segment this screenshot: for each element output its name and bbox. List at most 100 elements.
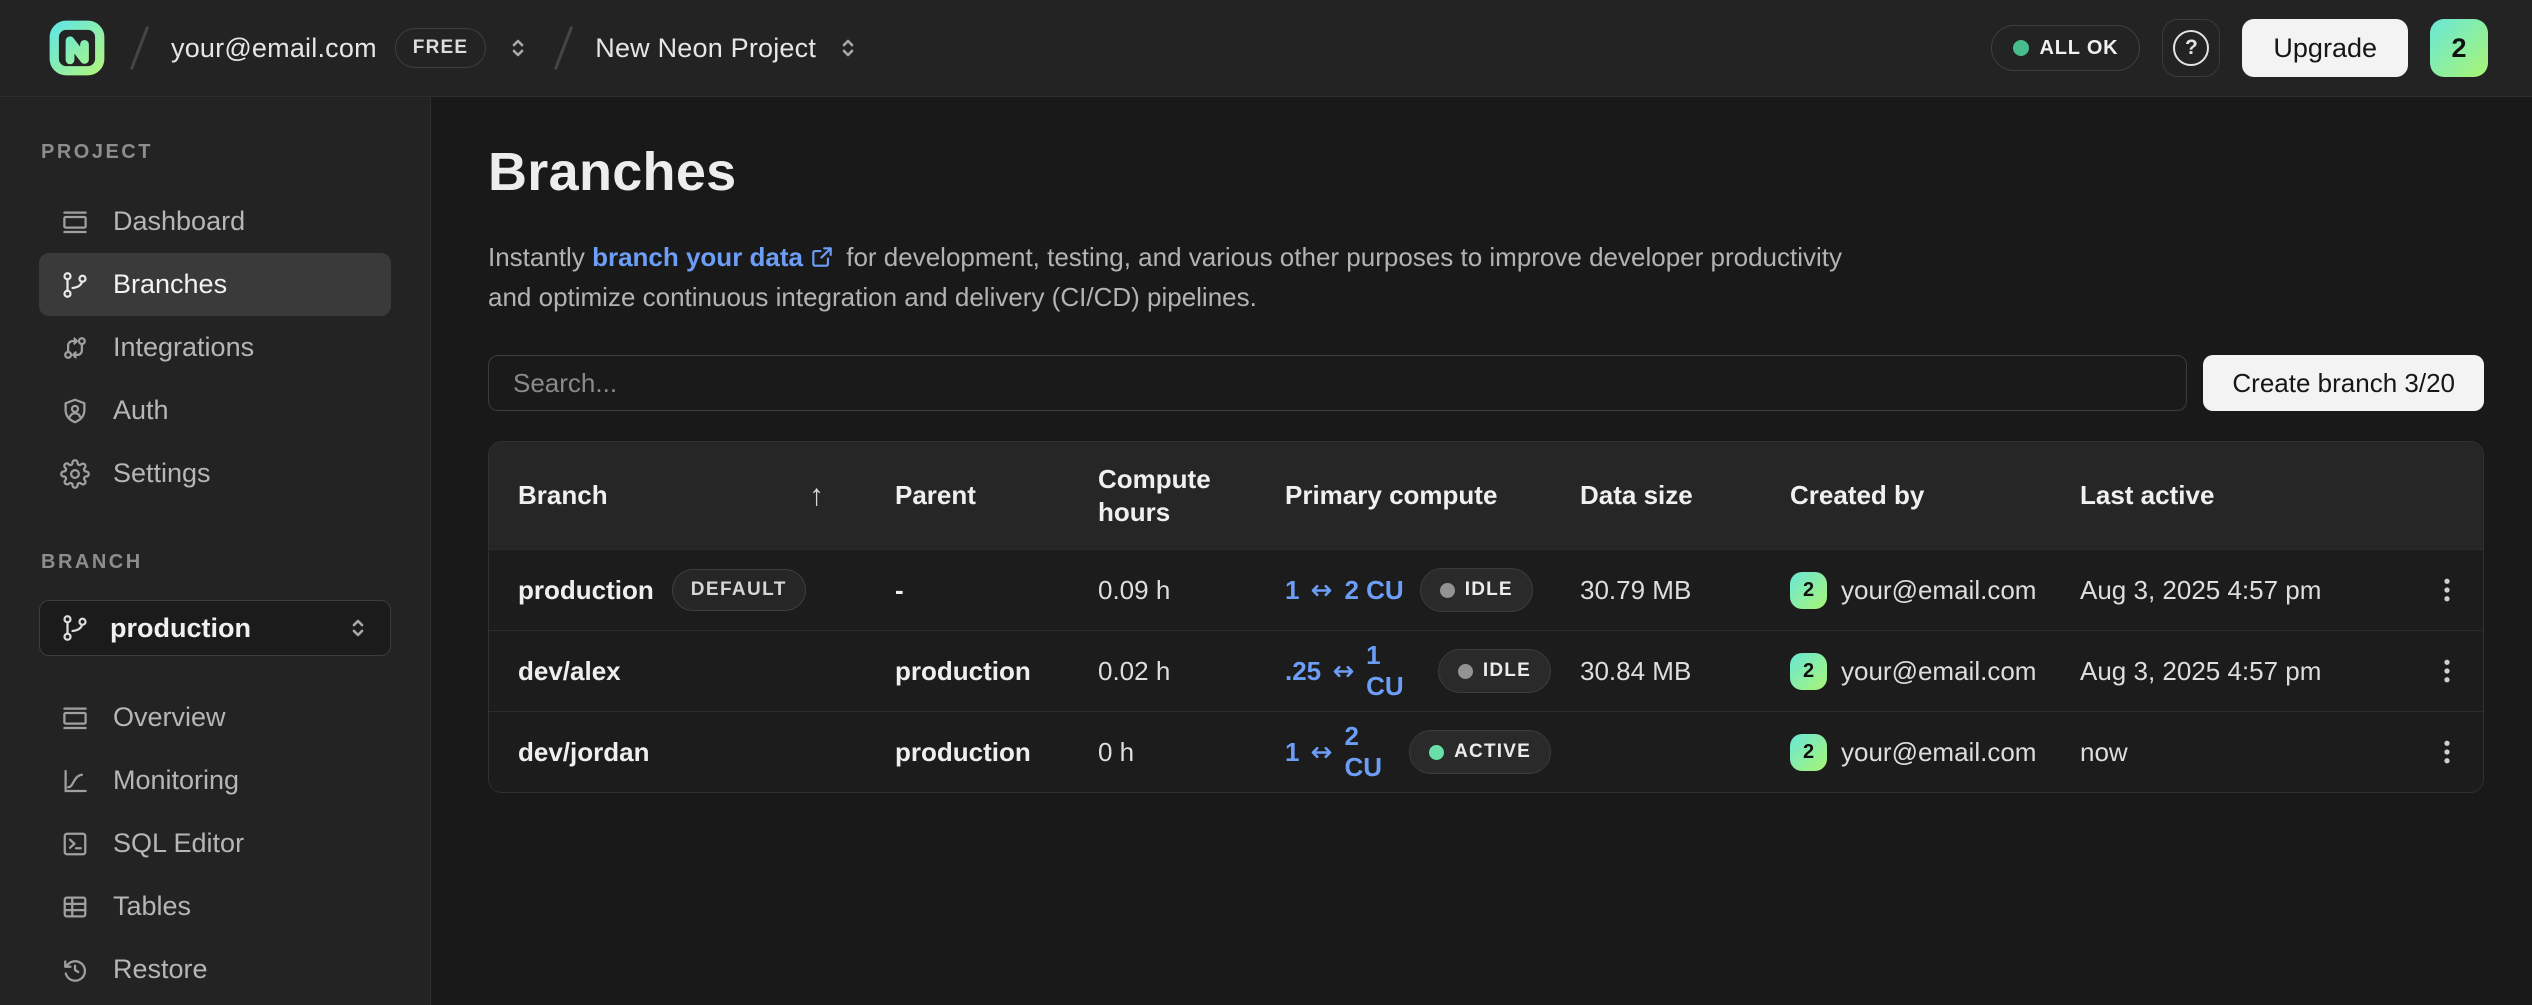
sql-terminal-icon	[60, 829, 90, 859]
column-header-data-size[interactable]: Data size	[1551, 479, 1761, 512]
branches-table: Branch ↑ Parent Compute hours Primary co…	[488, 441, 2484, 793]
external-link-icon	[809, 243, 835, 279]
avatar: 2	[1790, 572, 1827, 609]
compute-size-link[interactable]: 1 2 CU	[1285, 575, 1404, 606]
sidebar-item-settings[interactable]: Settings	[39, 442, 391, 505]
status-dot-icon	[1429, 745, 1444, 760]
sidebar-item-auth[interactable]: Auth	[39, 379, 391, 442]
org-switcher[interactable]: your@email.com FREE	[171, 28, 532, 68]
parent-cell: -	[866, 575, 1069, 606]
breadcrumb-divider	[554, 26, 573, 70]
sidebar-item-label: SQL Editor	[113, 828, 244, 859]
branch-name[interactable]: dev/alex	[518, 656, 621, 687]
last-active-cell: Aug 3, 2025 4:57 pm	[2051, 656, 2396, 687]
compute-hours-cell: 0.02 h	[1069, 656, 1256, 687]
sidebar-item-tables[interactable]: Tables	[39, 875, 391, 938]
sidebar-item-label: Tables	[113, 891, 191, 922]
status-badge: IDLE	[1438, 649, 1551, 693]
autoscale-arrows-icon	[1308, 577, 1335, 604]
branch-section-label: BRANCH	[41, 551, 391, 574]
page-description: Instantly branch your data for developme…	[488, 239, 1858, 315]
sidebar: PROJECT Dashboard Branches Integrations …	[0, 97, 431, 1005]
table-body: production DEFAULT - 0.09 h 1 2 CU IDLE …	[489, 549, 2483, 792]
parent-cell: production	[866, 656, 1069, 687]
row-menu-button[interactable]	[2417, 641, 2477, 701]
branch-name[interactable]: production	[518, 575, 654, 606]
notification-count-badge[interactable]: 2	[2430, 19, 2488, 77]
column-header-last-active[interactable]: Last active	[2051, 479, 2396, 512]
default-badge: DEFAULT	[672, 569, 806, 611]
plan-badge: FREE	[395, 28, 486, 68]
sidebar-item-restore[interactable]: Restore	[39, 938, 391, 1001]
data-size-cell: 30.79 MB	[1551, 575, 1761, 606]
created-by-email: your@email.com	[1841, 656, 2036, 687]
branch-your-data-link[interactable]: branch your data	[592, 242, 803, 272]
gear-icon	[60, 459, 90, 489]
project-name: New Neon Project	[595, 33, 816, 64]
column-header-compute-hours[interactable]: Compute hours	[1069, 463, 1256, 529]
restore-history-icon	[60, 955, 90, 985]
help-button[interactable]: ?	[2162, 19, 2220, 77]
created-by-email: your@email.com	[1841, 575, 2036, 606]
chevron-up-down-icon[interactable]	[504, 34, 532, 62]
description-prefix: Instantly	[488, 242, 592, 272]
table-row: production DEFAULT - 0.09 h 1 2 CU IDLE …	[489, 549, 2483, 630]
main-content: Branches Instantly branch your data for …	[431, 97, 2532, 1005]
search-input[interactable]	[488, 355, 2187, 411]
autoscale-arrows-icon	[1308, 739, 1335, 766]
data-size-cell: 30.84 MB	[1551, 656, 1761, 687]
sidebar-item-label: Integrations	[113, 332, 254, 363]
sidebar-item-label: Auth	[113, 395, 169, 426]
column-header-branch[interactable]: Branch	[518, 479, 608, 512]
org-name: your@email.com	[171, 33, 377, 64]
status-dot-icon	[1440, 583, 1455, 598]
avatar: 2	[1790, 734, 1827, 771]
overview-icon	[60, 703, 90, 733]
sidebar-item-overview[interactable]: Overview	[39, 686, 391, 749]
sidebar-item-label: Settings	[113, 458, 211, 489]
status-dot-icon	[1458, 664, 1473, 679]
git-branch-icon	[60, 613, 90, 643]
selected-branch: production	[110, 613, 324, 644]
column-header-parent[interactable]: Parent	[866, 479, 1069, 512]
git-branch-icon	[60, 270, 90, 300]
column-header-created-by[interactable]: Created by	[1761, 479, 2051, 512]
status-indicator[interactable]: ALL OK	[1991, 25, 2141, 71]
chevron-up-down-icon	[344, 614, 372, 642]
tables-grid-icon	[60, 892, 90, 922]
sidebar-item-sql-editor[interactable]: SQL Editor	[39, 812, 391, 875]
table-row: dev/alex production 0.02 h .25 1 CU IDLE…	[489, 630, 2483, 711]
sidebar-item-dashboard[interactable]: Dashboard	[39, 190, 391, 253]
last-active-cell: now	[2051, 737, 2396, 768]
status-badge: ACTIVE	[1409, 730, 1551, 774]
compute-hours-cell: 0.09 h	[1069, 575, 1256, 606]
sidebar-item-branches[interactable]: Branches	[39, 253, 391, 316]
dashboard-icon	[60, 207, 90, 237]
autoscale-arrows-icon	[1330, 658, 1357, 685]
upgrade-button[interactable]: Upgrade	[2242, 19, 2408, 77]
branch-selector[interactable]: production	[39, 600, 391, 656]
sidebar-item-integrations[interactable]: Integrations	[39, 316, 391, 379]
compute-size-link[interactable]: .25 1 CU	[1285, 640, 1422, 702]
project-switcher[interactable]: New Neon Project	[595, 33, 862, 64]
chevron-up-down-icon[interactable]	[834, 34, 862, 62]
sidebar-item-label: Monitoring	[113, 765, 239, 796]
status-dot-icon	[2013, 40, 2029, 56]
sidebar-item-label: Overview	[113, 702, 226, 733]
row-menu-button[interactable]	[2417, 560, 2477, 620]
status-label: ALL OK	[2040, 37, 2119, 60]
sidebar-item-monitoring[interactable]: Monitoring	[39, 749, 391, 812]
table-header: Branch ↑ Parent Compute hours Primary co…	[489, 442, 2483, 549]
topbar: your@email.com FREE New Neon Project ALL…	[0, 0, 2532, 97]
sidebar-item-label: Restore	[113, 954, 208, 985]
sort-arrow-icon[interactable]: ↑	[809, 479, 824, 512]
compute-size-link[interactable]: 1 2 CU	[1285, 721, 1393, 783]
branch-name[interactable]: dev/jordan	[518, 737, 649, 768]
project-section-label: PROJECT	[41, 141, 391, 164]
create-branch-button[interactable]: Create branch 3/20	[2203, 355, 2484, 411]
neon-logo-icon[interactable]	[46, 17, 108, 79]
column-header-primary-compute[interactable]: Primary compute	[1256, 479, 1551, 512]
question-mark-icon: ?	[2173, 30, 2209, 66]
row-menu-button[interactable]	[2417, 722, 2477, 782]
avatar: 2	[1790, 653, 1827, 690]
